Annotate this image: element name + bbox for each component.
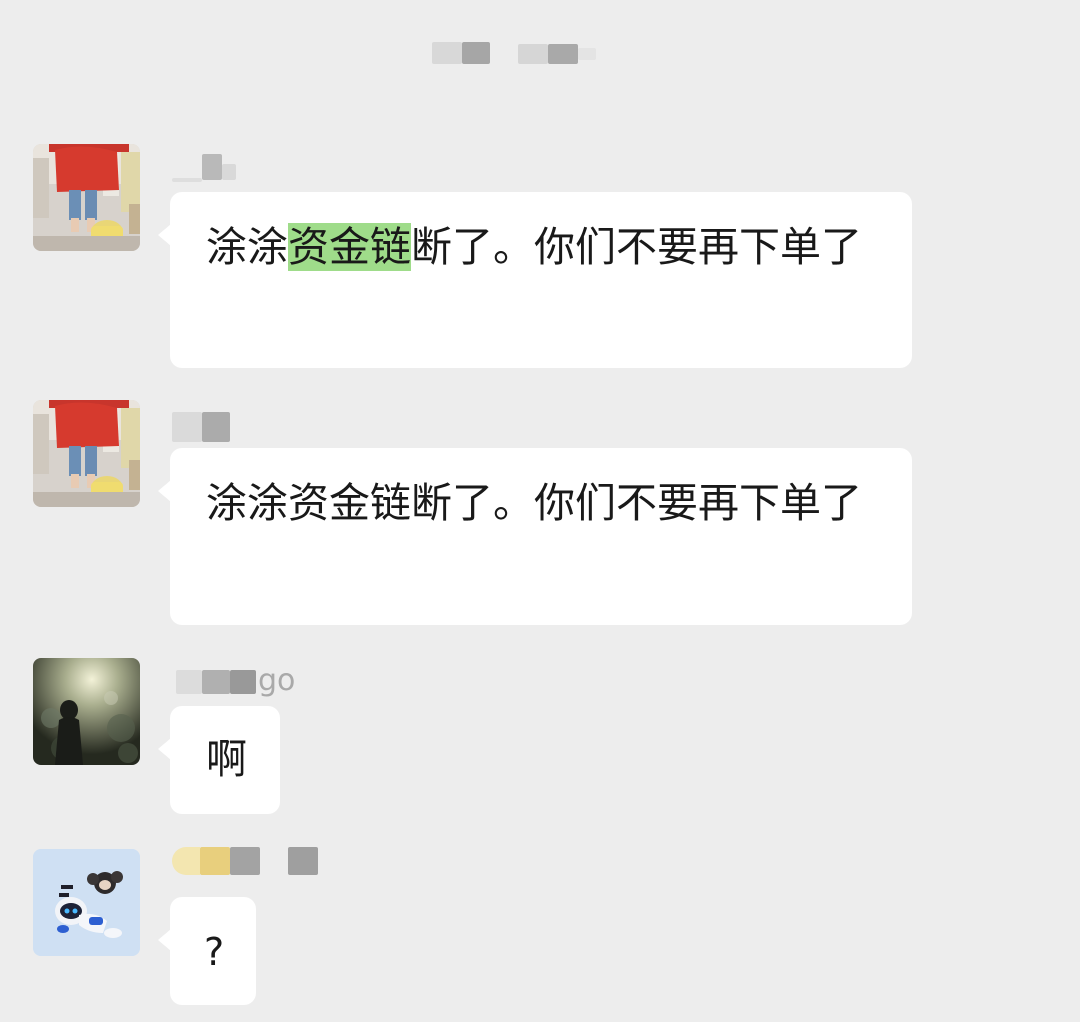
- chat-title-redacted: [430, 38, 610, 68]
- sender-name-suffix: go: [258, 663, 296, 698]
- message-bubble[interactable]: 涂涂资金链断了。你们不要再下单了: [158, 448, 912, 625]
- message-text-part: 涂涂: [206, 223, 288, 271]
- sender-name-redacted: [172, 843, 322, 877]
- avatar-girl-red-shirt-icon: [33, 400, 140, 507]
- highlighted-text: 资金链: [288, 223, 411, 271]
- avatar-astro-robot-icon: [33, 849, 140, 956]
- message-bubble[interactable]: ?: [158, 897, 256, 1005]
- avatar[interactable]: [33, 400, 140, 507]
- avatar-forest-silhouette-icon: [33, 658, 140, 765]
- avatar[interactable]: [33, 849, 140, 956]
- sender-name-redacted: [172, 410, 242, 444]
- avatar[interactable]: [33, 144, 140, 251]
- message-bubble[interactable]: 涂涂资金链断了。你们不要再下单了: [158, 192, 912, 368]
- sender-name: go: [172, 664, 302, 698]
- message-text-part: 断了。你们不要再下单了: [411, 223, 862, 271]
- message-bubble[interactable]: 啊: [158, 706, 280, 814]
- avatar-girl-red-shirt-icon: [33, 144, 140, 251]
- avatar[interactable]: [33, 658, 140, 765]
- sender-name-redacted: [172, 150, 242, 184]
- chat-window: 涂涂资金链断了。你们不要再下单了 涂涂资金链断了。你们不要再下单了 go 啊 ?: [0, 0, 1080, 1022]
